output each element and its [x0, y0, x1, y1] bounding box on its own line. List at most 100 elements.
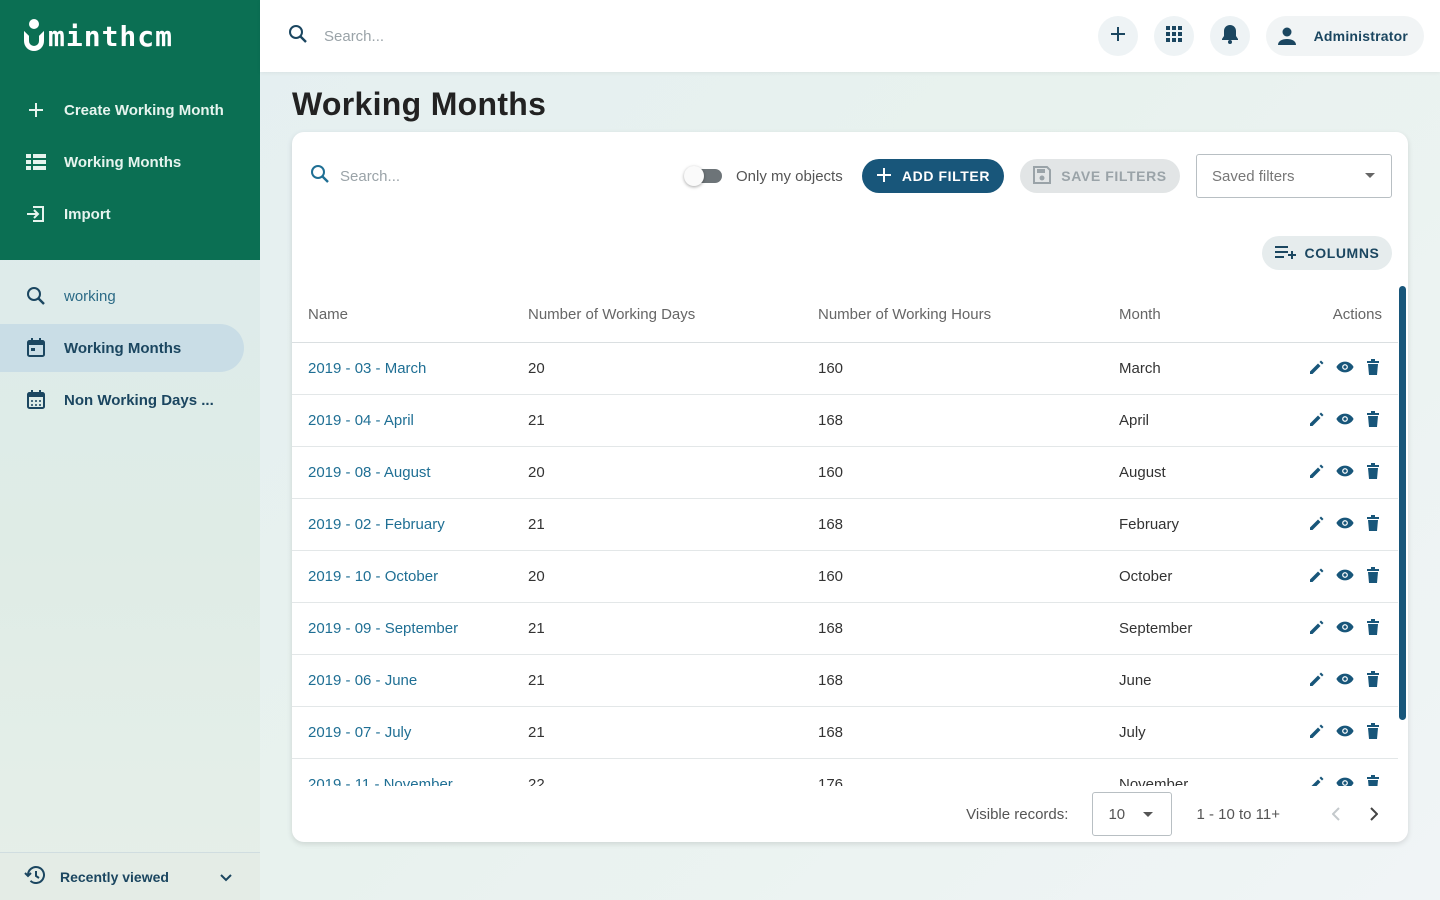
records-table: Name Number of Working Days Number of Wo…	[292, 288, 1398, 786]
delete-icon[interactable]	[1364, 410, 1382, 428]
logo-text: minthcm	[48, 19, 174, 53]
list-view-card: Only my objects ADD FILTER SAVE FILTERS …	[292, 132, 1408, 842]
delete-icon[interactable]	[1364, 618, 1382, 636]
month-cell: October	[1119, 550, 1279, 603]
page-size-select[interactable]: 10	[1092, 792, 1173, 836]
nav-working-months[interactable]: Working Months	[0, 136, 260, 188]
edit-icon[interactable]	[1308, 462, 1326, 480]
columns-button[interactable]: COLUMNS	[1262, 236, 1392, 270]
record-name-link[interactable]: 2019 - 10 - October	[292, 550, 528, 603]
view-icon[interactable]	[1336, 618, 1354, 636]
add-filter-button[interactable]: ADD FILTER	[862, 159, 1004, 193]
page-range: 1 - 10 to 11+	[1196, 805, 1280, 823]
filter-bar: Only my objects ADD FILTER SAVE FILTERS …	[292, 132, 1408, 222]
table-row: 2019 - 10 - October 20 160 October	[292, 550, 1398, 603]
record-name-link[interactable]: 2019 - 07 - July	[292, 706, 528, 759]
chevron-down-icon	[220, 869, 232, 885]
delete-icon[interactable]	[1364, 774, 1382, 786]
saved-filters-select[interactable]: Saved filters	[1196, 154, 1392, 198]
edit-icon[interactable]	[1308, 514, 1326, 532]
add-filter-label: ADD FILTER	[901, 168, 991, 184]
view-icon[interactable]	[1336, 358, 1354, 376]
next-page-button[interactable]	[1362, 802, 1386, 826]
edit-icon[interactable]	[1308, 358, 1326, 376]
list-icon	[24, 150, 48, 174]
month-cell: March	[1119, 342, 1279, 395]
apps-menu-button[interactable]	[1153, 16, 1194, 56]
column-header-month[interactable]: Month	[1119, 288, 1279, 343]
global-search	[260, 24, 1082, 49]
edit-icon[interactable]	[1308, 566, 1326, 584]
table-scrollbar[interactable]	[1399, 286, 1406, 720]
view-icon[interactable]	[1336, 410, 1354, 428]
view-icon[interactable]	[1336, 774, 1354, 786]
view-icon[interactable]	[1336, 566, 1354, 584]
pagination: Visible records: 10 1 - 10 to 11+	[292, 786, 1408, 842]
column-header-working-days[interactable]: Number of Working Days	[528, 288, 818, 343]
delete-icon[interactable]	[1364, 514, 1382, 532]
delete-icon[interactable]	[1364, 722, 1382, 740]
sidebar-item-non-working-days[interactable]: Non Working Days ...	[0, 374, 260, 426]
notifications-button[interactable]	[1209, 16, 1250, 56]
sidebar-item-working-months[interactable]: Working Months	[0, 324, 244, 372]
global-search-input[interactable]	[324, 27, 624, 45]
actions-cell	[1279, 758, 1398, 786]
table-row: 2019 - 09 - September 21 168 September	[292, 602, 1398, 655]
month-cell: April	[1119, 394, 1279, 447]
recently-viewed-toggle[interactable]: Recently viewed	[0, 852, 260, 900]
list-search	[310, 164, 640, 189]
delete-icon[interactable]	[1364, 670, 1382, 688]
delete-icon[interactable]	[1364, 566, 1382, 584]
prev-page-button[interactable]	[1324, 802, 1348, 826]
edit-icon[interactable]	[1308, 670, 1326, 688]
chevron-right-icon	[1370, 807, 1378, 821]
column-header-working-hours[interactable]: Number of Working Hours	[818, 288, 1119, 343]
delete-icon[interactable]	[1364, 358, 1382, 376]
sidebar-item-label: Working Months	[64, 339, 182, 357]
view-icon[interactable]	[1336, 722, 1354, 740]
delete-icon[interactable]	[1364, 462, 1382, 480]
working-hours-cell: 168	[818, 394, 1119, 447]
saved-filters-label: Saved filters	[1212, 167, 1295, 185]
quick-create-button[interactable]	[1097, 16, 1138, 56]
recently-viewed-label: Recently viewed	[60, 868, 169, 885]
actions-cell	[1279, 342, 1398, 395]
working-days-cell: 21	[528, 654, 818, 707]
month-cell: February	[1119, 498, 1279, 551]
edit-icon[interactable]	[1308, 618, 1326, 636]
user-menu[interactable]: Administrator	[1265, 16, 1424, 56]
record-name-link[interactable]: 2019 - 11 - November	[292, 758, 528, 786]
list-search-input[interactable]	[340, 168, 640, 185]
edit-icon[interactable]	[1308, 774, 1326, 786]
record-name-link[interactable]: 2019 - 04 - April	[292, 394, 528, 447]
table-row: 2019 - 11 - November 22 176 November	[292, 758, 1398, 786]
record-name-link[interactable]: 2019 - 06 - June	[292, 654, 528, 707]
working-days-cell: 21	[528, 602, 818, 655]
columns-icon	[1274, 245, 1297, 262]
user-name: Administrator	[1313, 28, 1408, 44]
plus-icon	[1110, 26, 1126, 47]
nav-import[interactable]: Import	[0, 188, 260, 240]
nav-label: Create Working Month	[64, 101, 224, 119]
only-my-objects-toggle[interactable]	[684, 166, 724, 186]
top-actions: Administrator	[1082, 16, 1440, 56]
brand-bar: minthcm	[0, 0, 260, 72]
sidebar-search[interactable]: working	[0, 270, 260, 322]
nav-create-working-month[interactable]: Create Working Month	[0, 84, 260, 136]
only-my-objects: Only my objects	[684, 166, 843, 186]
nav-label: Working Months	[64, 153, 182, 171]
edit-icon[interactable]	[1308, 410, 1326, 428]
view-icon[interactable]	[1336, 670, 1354, 688]
record-name-link[interactable]: 2019 - 09 - September	[292, 602, 528, 655]
column-header-name[interactable]: Name	[292, 288, 528, 343]
save-filters-button[interactable]: SAVE FILTERS	[1020, 159, 1180, 193]
record-name-link[interactable]: 2019 - 02 - February	[292, 498, 528, 551]
logo[interactable]: minthcm	[24, 19, 173, 53]
sidebar: minthcm Create Working Month Working Mon…	[0, 0, 260, 900]
record-name-link[interactable]: 2019 - 03 - March	[292, 342, 528, 395]
record-name-link[interactable]: 2019 - 08 - August	[292, 446, 528, 499]
view-icon[interactable]	[1336, 462, 1354, 480]
view-icon[interactable]	[1336, 514, 1354, 532]
actions-cell	[1279, 446, 1398, 499]
edit-icon[interactable]	[1308, 722, 1326, 740]
